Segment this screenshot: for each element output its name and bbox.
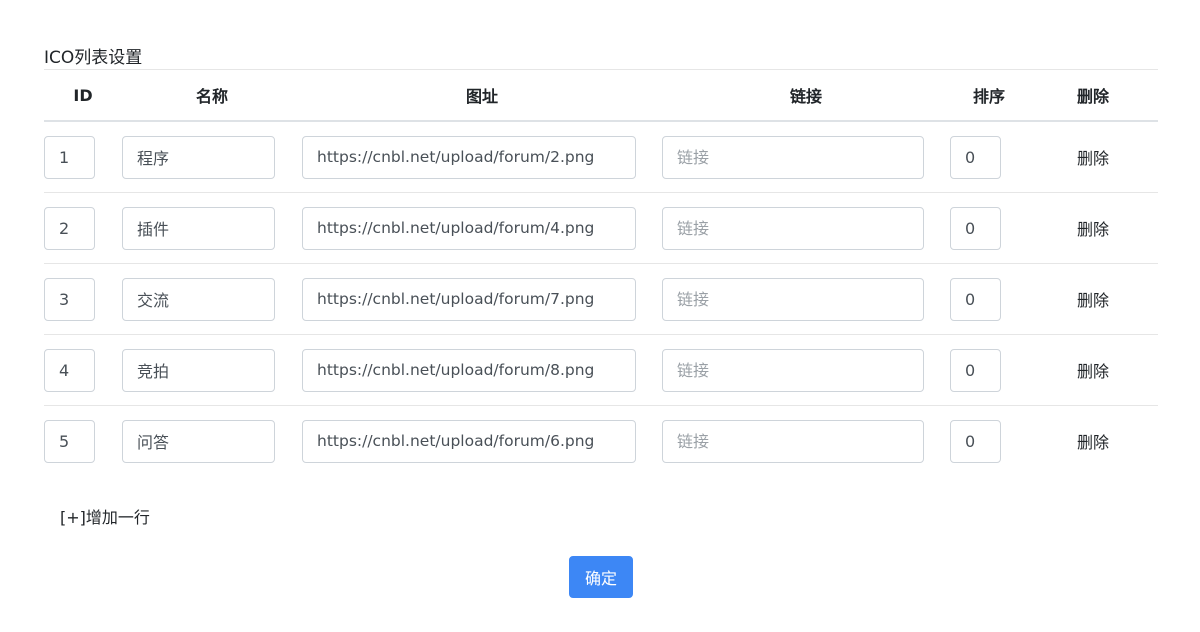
- link-cell: [662, 263, 950, 335]
- url-input[interactable]: [302, 348, 636, 392]
- link-input[interactable]: [662, 348, 924, 392]
- id-input[interactable]: [44, 419, 95, 463]
- url-cell: [302, 192, 662, 264]
- delete-cell: 删除: [1028, 192, 1158, 264]
- delete-cell: 删除: [1028, 334, 1158, 406]
- sort-input[interactable]: [950, 348, 1001, 392]
- url-cell: [302, 334, 662, 406]
- link-input[interactable]: [662, 206, 924, 250]
- id-cell: [44, 334, 122, 406]
- sort-input[interactable]: [950, 419, 1001, 463]
- name-input[interactable]: [122, 419, 275, 463]
- url-input[interactable]: [302, 277, 636, 321]
- delete-row-link[interactable]: 删除: [1077, 362, 1109, 381]
- name-input[interactable]: [122, 135, 275, 179]
- table-row: 删除: [44, 263, 1158, 335]
- id-cell: [44, 263, 122, 335]
- url-cell: [302, 121, 662, 193]
- name-cell: [122, 192, 302, 264]
- table-row: 删除: [44, 192, 1158, 264]
- url-cell: [302, 263, 662, 335]
- sort-input[interactable]: [950, 206, 1001, 250]
- id-input[interactable]: [44, 135, 95, 179]
- id-cell: [44, 406, 122, 477]
- section-title: ICO列表设置: [44, 48, 143, 68]
- url-cell: [302, 406, 662, 477]
- sort-input[interactable]: [950, 277, 1001, 321]
- id-cell: [44, 192, 122, 264]
- sort-cell: [950, 406, 1028, 477]
- table-row: 删除: [44, 406, 1158, 477]
- sort-cell: [950, 263, 1028, 335]
- ico-settings-page: ICO列表设置 ID 名称 图址 链接 排序 删除 1 程序 https://c…: [0, 0, 1200, 632]
- delete-row-link[interactable]: 删除: [1077, 220, 1109, 239]
- ico-table: ID 名称 图址 链接 排序 删除 1 程序 https://cnbl.net/…: [44, 70, 1158, 476]
- link-input[interactable]: [662, 277, 924, 321]
- link-input[interactable]: [662, 419, 924, 463]
- id-input[interactable]: [44, 206, 95, 250]
- sort-cell: [950, 192, 1028, 264]
- sort-cell: [950, 334, 1028, 406]
- name-cell: [122, 263, 302, 335]
- delete-row-link[interactable]: 删除: [1077, 433, 1109, 452]
- delete-row-link[interactable]: 删除: [1077, 149, 1109, 168]
- delete-cell: 删除: [1028, 121, 1158, 193]
- table-row: 删除: [44, 334, 1158, 406]
- url-input[interactable]: [302, 135, 636, 179]
- link-cell: [662, 121, 950, 193]
- url-input[interactable]: [302, 419, 636, 463]
- id-input[interactable]: [44, 348, 95, 392]
- add-row-link[interactable]: [+]增加一行: [60, 507, 150, 529]
- link-cell: [662, 334, 950, 406]
- table-row: 删除: [44, 121, 1158, 193]
- link-input[interactable]: [662, 135, 924, 179]
- sort-cell: [950, 121, 1028, 193]
- name-cell: [122, 334, 302, 406]
- id-cell: [44, 121, 122, 193]
- delete-cell: 删除: [1028, 406, 1158, 477]
- header-id: ID: [44, 70, 122, 122]
- delete-row-link[interactable]: 删除: [1077, 291, 1109, 310]
- name-input[interactable]: [122, 348, 275, 392]
- link-cell: [662, 192, 950, 264]
- sort-input[interactable]: [950, 135, 1001, 179]
- delete-cell: 删除: [1028, 263, 1158, 335]
- header-name: 名称: [122, 70, 302, 122]
- name-input[interactable]: [122, 277, 275, 321]
- confirm-button[interactable]: 确定: [569, 556, 633, 598]
- id-input[interactable]: [44, 277, 95, 321]
- name-cell: [122, 406, 302, 477]
- url-input[interactable]: [302, 206, 636, 250]
- header-sort: 排序: [950, 70, 1028, 122]
- name-input[interactable]: [122, 206, 275, 250]
- link-cell: [662, 406, 950, 477]
- table-header-row: ID 名称 图址 链接 排序 删除: [44, 70, 1158, 122]
- name-cell: [122, 121, 302, 193]
- header-delete: 删除: [1028, 70, 1158, 122]
- header-link: 链接: [662, 70, 950, 122]
- header-url: 图址: [302, 70, 662, 122]
